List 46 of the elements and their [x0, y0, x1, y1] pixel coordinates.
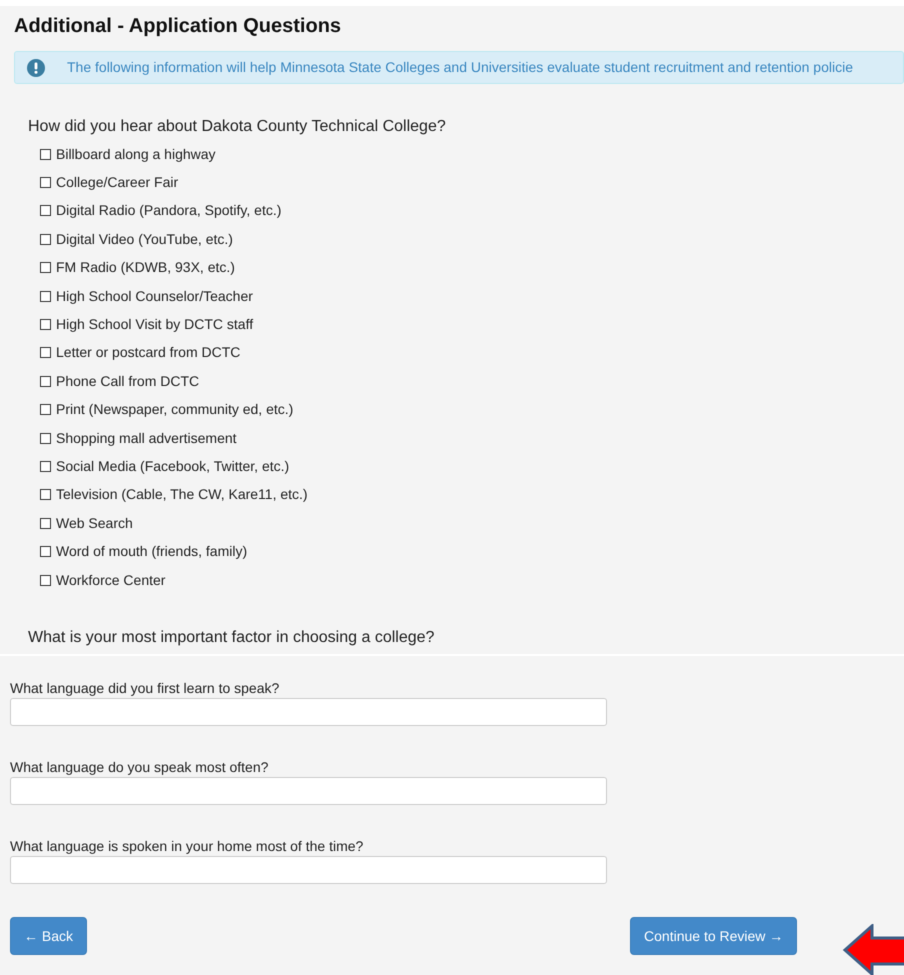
- field-label: What language did you first learn to speak?: [10, 680, 280, 696]
- option-label: Workforce Center: [56, 570, 166, 590]
- checkbox[interactable]: [40, 489, 51, 500]
- checkbox[interactable]: [40, 460, 51, 472]
- checkbox[interactable]: [40, 234, 51, 245]
- checkbox[interactable]: [40, 574, 51, 586]
- checkbox[interactable]: [40, 290, 51, 302]
- option-label: Shopping mall advertisement: [56, 428, 237, 448]
- option-label: Digital Video (YouTube, etc.): [56, 230, 233, 249]
- info-text: The following information will help Minnesota State Colleges and Universities evaluate student recruitment and retention policie: [67, 58, 853, 77]
- checkbox[interactable]: [40, 376, 51, 387]
- field-label: What language is spoken in your home most of the time?: [10, 838, 364, 854]
- checkbox[interactable]: [40, 148, 51, 160]
- option-label: Digital Radio (Pandora, Spotify, etc.): [56, 201, 282, 220]
- checkbox[interactable]: [40, 262, 51, 274]
- exclamation-icon: [27, 58, 45, 76]
- page-title: Additional - Application Questions: [14, 14, 342, 38]
- input-field[interactable]: [10, 777, 607, 805]
- continue-button[interactable]: Continue to Review →: [630, 917, 798, 955]
- option-label: Print (Newspaper, community ed, etc.): [56, 400, 294, 420]
- option-label: Letter or postcard from DCTC: [56, 343, 240, 362]
- option-label: Word of mouth (friends, family): [56, 542, 248, 562]
- checkbox[interactable]: [40, 432, 51, 444]
- question-label: What is your most important factor in choosing a college?: [28, 628, 436, 648]
- option-label: FM Radio (KDWB, 93X, etc.): [56, 258, 235, 278]
- checkbox[interactable]: [40, 319, 51, 330]
- checkbox[interactable]: [40, 205, 51, 216]
- input-field[interactable]: [10, 856, 607, 884]
- option-label: Television (Cable, The CW, Kare11, etc.): [56, 485, 308, 504]
- arrow-icon: [842, 924, 904, 975]
- input-field[interactable]: [10, 698, 607, 726]
- checkbox[interactable]: [40, 177, 51, 188]
- option-label: Web Search: [56, 514, 133, 533]
- checkbox[interactable]: [40, 404, 51, 416]
- option-label: Billboard along a highway: [56, 144, 216, 164]
- option-label: High School Visit by DCTC staff: [56, 315, 254, 334]
- option-label: College/Career Fair: [56, 173, 178, 192]
- back-button[interactable]: ← Back: [10, 917, 88, 955]
- question-label: How did you hear about Dakota County Technical College?: [28, 117, 447, 137]
- option-label: Social Media (Facebook, Twitter, etc.): [56, 456, 290, 476]
- option-label: High School Counselor/Teacher: [56, 286, 253, 306]
- option-label: Phone Call from DCTC: [56, 372, 200, 391]
- checkbox[interactable]: [40, 518, 51, 529]
- checkbox[interactable]: [40, 546, 51, 558]
- field-label: What language do you speak most often?: [10, 759, 270, 775]
- checkbox[interactable]: [40, 347, 51, 358]
